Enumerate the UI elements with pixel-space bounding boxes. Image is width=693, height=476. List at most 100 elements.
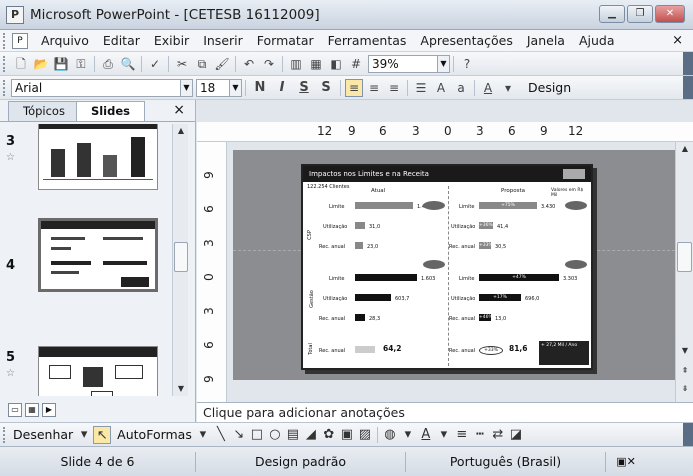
print-icon[interactable]: ⎙ <box>99 55 117 73</box>
slide-canvas[interactable]: Impactos nos Limites e na Receita 122.25… <box>233 150 675 380</box>
toolbar-grip-handle[interactable] <box>3 426 7 443</box>
format-painter-icon[interactable]: 🖌 <box>213 55 231 73</box>
dropdown-arrow-icon[interactable]: ▾ <box>399 426 417 444</box>
menu-formatar[interactable]: Formatar <box>250 33 321 48</box>
slide-thumbnail-4[interactable] <box>38 218 158 292</box>
insert-picture-icon[interactable]: ▨ <box>356 426 374 444</box>
align-center-icon[interactable]: ≡ <box>365 79 383 97</box>
open-folder-icon[interactable]: 📂 <box>32 55 50 73</box>
toolbar-options-handle[interactable] <box>683 423 693 446</box>
menu-apresentacoes[interactable]: Apresentações <box>413 33 519 48</box>
text-box-icon[interactable]: ▤ <box>284 426 302 444</box>
font-name-select[interactable]: Arial <box>11 78 181 97</box>
save-icon[interactable]: 💾 <box>52 55 70 73</box>
line-tool-icon[interactable]: ╲ <box>212 426 230 444</box>
horizontal-ruler[interactable]: 12 9 6 3 0 3 6 9 12 <box>197 122 693 142</box>
insert-chart-icon[interactable]: ▥ <box>287 55 305 73</box>
zoom-dropdown-arrow-icon[interactable]: ▼ <box>438 54 450 73</box>
align-right-icon[interactable]: ≡ <box>385 79 403 97</box>
spelling-icon[interactable]: ✓ <box>146 55 164 73</box>
color-grayscale-icon[interactable]: ◧ <box>327 55 345 73</box>
toolbar-options-handle[interactable] <box>683 76 693 99</box>
previous-slide-icon[interactable]: ⇞ <box>676 364 693 378</box>
cut-icon[interactable]: ✂ <box>173 55 191 73</box>
zoom-select[interactable]: 39% <box>368 54 438 73</box>
dropdown-arrow-icon[interactable]: ▾ <box>435 426 453 444</box>
minimize-button[interactable]: ▁ <box>599 5 625 23</box>
restore-button[interactable]: ❐ <box>627 5 653 23</box>
line-style-icon[interactable]: ≡ <box>453 426 471 444</box>
design-button[interactable]: Design <box>524 80 575 95</box>
next-slide-icon[interactable]: ⇟ <box>676 382 693 396</box>
menu-editar[interactable]: Editar <box>96 33 147 48</box>
dropdown-arrow-icon[interactable]: ▾ <box>194 426 212 444</box>
help-icon[interactable]: ? <box>458 55 476 73</box>
dropdown-arrow-icon[interactable]: ▾ <box>75 426 93 444</box>
menu-arquivo[interactable]: Arquivo <box>34 33 96 48</box>
document-icon[interactable]: P <box>12 32 28 49</box>
arrow-style-icon[interactable]: ⇄ <box>489 426 507 444</box>
scrollbar-thumb[interactable] <box>677 242 692 272</box>
clip-art-icon[interactable]: ▣ <box>338 426 356 444</box>
dash-style-icon[interactable]: ┅ <box>471 426 489 444</box>
show-grid-icon[interactable]: # <box>347 55 365 73</box>
slide-show-view-icon[interactable]: ▶ <box>42 403 56 417</box>
powerpoint-app-icon[interactable]: P <box>6 5 24 24</box>
toolbar-grip-handle[interactable] <box>3 79 7 96</box>
redo-icon[interactable]: ↷ <box>260 55 278 73</box>
permission-icon[interactable]: ⚿ <box>72 55 90 73</box>
scroll-up-arrow-icon[interactable]: ▲ <box>676 142 693 156</box>
shadow-style-icon[interactable]: ◪ <box>507 426 525 444</box>
spell-check-status-icon[interactable]: ▣✕ <box>606 452 646 472</box>
close-pane-button[interactable]: × <box>173 102 185 118</box>
draw-menu-button[interactable]: Desenhar <box>11 427 75 442</box>
menu-janela[interactable]: Janela <box>520 33 572 48</box>
undo-icon[interactable]: ↶ <box>240 55 258 73</box>
print-preview-icon[interactable]: 🔍 <box>119 55 137 73</box>
tab-topicos[interactable]: Tópicos <box>8 101 80 121</box>
underline-button[interactable]: S <box>294 79 314 97</box>
menu-exibir[interactable]: Exibir <box>147 33 196 48</box>
scroll-up-arrow-icon[interactable]: ▲ <box>173 124 189 138</box>
autoshapes-menu-button[interactable]: AutoFormas <box>115 427 194 442</box>
close-window-button[interactable]: ✕ <box>655 5 685 23</box>
new-document-icon[interactable]: 🗋 <box>12 55 30 73</box>
select-pointer-icon[interactable]: ↖ <box>93 425 112 444</box>
toolbar-options-handle[interactable] <box>683 52 693 75</box>
diagram-icon[interactable]: ✿ <box>320 426 338 444</box>
copy-icon[interactable]: ⧉ <box>193 55 211 73</box>
font-dropdown-arrow-icon[interactable]: ▼ <box>181 78 193 97</box>
slide-title-bar[interactable]: Impactos nos Limites e na Receita <box>303 166 591 182</box>
slide-thumbnail-3[interactable] <box>38 124 158 190</box>
scroll-down-arrow-icon[interactable]: ▼ <box>173 382 189 396</box>
decrease-font-icon[interactable]: a <box>452 79 470 97</box>
wordart-icon[interactable]: ◢ <box>302 426 320 444</box>
font-size-select[interactable]: 18 <box>196 78 230 97</box>
italic-button[interactable]: I <box>272 79 292 97</box>
arrow-tool-icon[interactable]: ↘ <box>230 426 248 444</box>
oval-tool-icon[interactable]: ○ <box>266 426 284 444</box>
menu-ajuda[interactable]: Ajuda <box>572 33 622 48</box>
font-color-icon[interactable]: A <box>479 79 497 97</box>
normal-view-icon[interactable]: ▭ <box>8 403 22 417</box>
shadow-button[interactable]: S <box>316 79 336 97</box>
font-color-icon[interactable]: A <box>417 426 435 444</box>
editor-vertical-scrollbar[interactable]: ▲ ▼ ⇞ ⇟ <box>675 142 693 402</box>
font-size-dropdown-arrow-icon[interactable]: ▼ <box>230 78 242 97</box>
menu-grip-handle[interactable] <box>3 32 8 49</box>
insert-table-icon[interactable]: ▦ <box>307 55 325 73</box>
fill-color-icon[interactable]: ◍ <box>381 426 399 444</box>
slide-sorter-view-icon[interactable]: ▦ <box>25 403 39 417</box>
increase-font-icon[interactable]: A <box>432 79 450 97</box>
toolbar-grip-handle[interactable] <box>3 55 7 72</box>
bold-button[interactable]: N <box>250 79 270 97</box>
scroll-down-arrow-icon[interactable]: ▼ <box>676 344 693 358</box>
font-color-dropdown-icon[interactable]: ▾ <box>499 79 517 97</box>
menu-ferramentas[interactable]: Ferramentas <box>321 33 414 48</box>
notes-pane[interactable]: Clique para adicionar anotações <box>197 402 693 422</box>
close-document-button[interactable]: × <box>672 33 683 48</box>
vertical-ruler[interactable]: 9 6 3 0 3 6 9 <box>197 142 227 402</box>
menu-inserir[interactable]: Inserir <box>196 33 250 48</box>
bullets-icon[interactable]: ☰ <box>412 79 430 97</box>
slide-thumbnail-5[interactable] <box>38 346 158 396</box>
